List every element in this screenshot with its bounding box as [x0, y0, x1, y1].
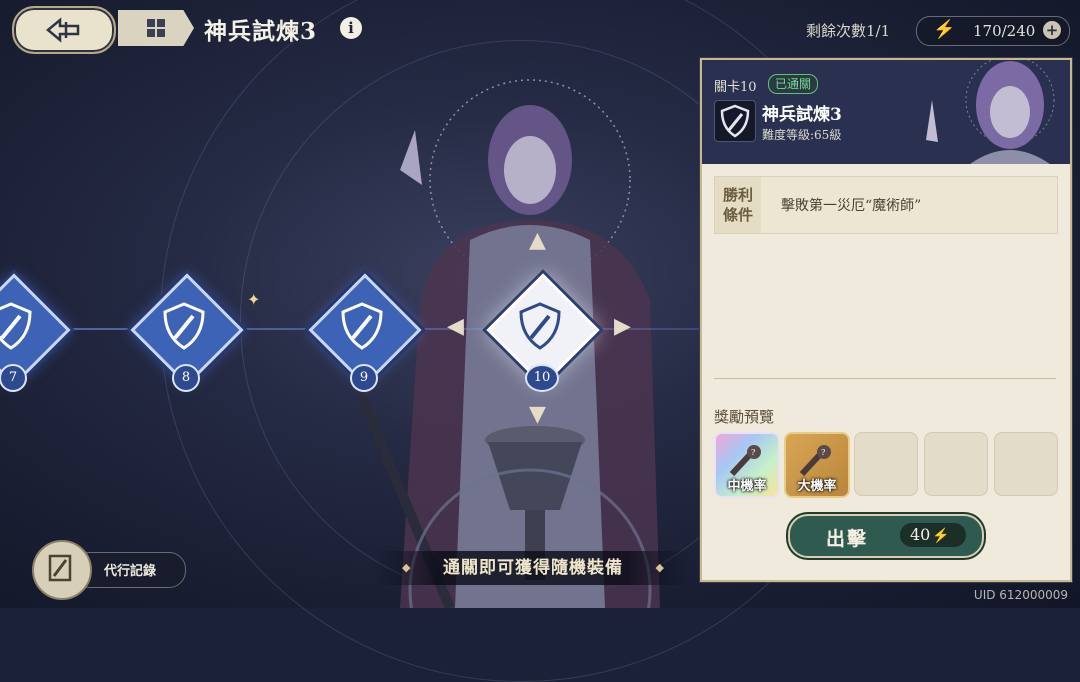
victory-condition-text: 擊敗第一災厄“魔術師”: [781, 198, 922, 214]
sortie-cost: 40 ⚡: [900, 523, 966, 547]
back-button[interactable]: [12, 6, 116, 54]
drop-banner: ◆ 通關即可獲得隨機裝備 ◆: [374, 551, 692, 585]
shield-sword-icon: [0, 302, 32, 350]
equipment-icon: ?: [799, 445, 831, 477]
shield-sword-icon: [519, 302, 561, 350]
energy-value: 170/240: [973, 22, 1036, 40]
lightning-icon: ⚡: [933, 19, 956, 40]
victory-condition-label: 勝利 條件: [715, 177, 761, 233]
stage-label: 關卡10: [714, 80, 757, 95]
stage-name: 神兵試煉3: [762, 105, 842, 125]
reward-slot-empty: [854, 432, 918, 496]
svg-text:?: ?: [821, 448, 825, 457]
stage-node-8[interactable]: 8: [130, 273, 244, 392]
stage-number: 10: [525, 364, 559, 392]
sortie-label: 出擊: [826, 528, 869, 550]
add-energy-button[interactable]: +: [1043, 21, 1061, 39]
reward-label: 中機率: [727, 479, 767, 494]
divider: [714, 378, 1056, 379]
stage-icon: [714, 100, 756, 142]
reward-slot-empty: [994, 432, 1058, 496]
info-icon[interactable]: i: [340, 17, 362, 39]
cleared-badge: 已通關: [768, 74, 819, 94]
reward-slot-empty: [924, 432, 988, 496]
menu-button[interactable]: [118, 10, 194, 46]
stage-node-7[interactable]: 7: [0, 273, 71, 392]
shield-sword-icon: [163, 302, 205, 350]
proxy-record-button[interactable]: 代行記錄: [32, 540, 186, 600]
remaining-attempts: 剩餘次數1/1: [806, 22, 891, 40]
selection-marker-icon: ▶: [614, 314, 631, 339]
page-title: 神兵試煉3: [204, 18, 318, 45]
proxy-record-icon: [48, 554, 72, 582]
lightning-icon: ⚡: [932, 528, 950, 544]
selection-marker-icon: ▲: [529, 228, 546, 253]
drop-banner-text: 通關即可獲得隨機裝備: [443, 558, 623, 578]
menu-grid-icon: [147, 19, 165, 37]
sortie-button[interactable]: 出擊 40 ⚡: [788, 514, 984, 558]
victory-condition: 勝利 條件 擊敗第一災厄“魔術師”: [714, 176, 1058, 234]
panel-header: 關卡10 已通關 神兵試煉3 難度等級:65級: [702, 60, 1070, 164]
stage-number: 8: [172, 364, 200, 392]
svg-text:?: ?: [751, 448, 755, 457]
reward-label: 大機率: [797, 479, 837, 494]
user-id: UID 612000009: [973, 588, 1068, 602]
difficulty-level: 難度等級:65級: [762, 128, 842, 142]
reward-slot-1[interactable]: ? 中機率: [714, 432, 780, 498]
reward-slot-2[interactable]: ? 大機率: [784, 432, 850, 498]
stage-detail-panel: 關卡10 已通關 神兵試煉3 難度等級:65級 勝利 條件 擊敗第一災厄“魔術師…: [700, 58, 1072, 582]
stage-number: 7: [0, 364, 27, 392]
stage-node-10[interactable]: 10: [486, 273, 600, 392]
shield-sword-icon: [341, 302, 383, 350]
shield-sword-icon: [720, 104, 750, 138]
equipment-icon: ?: [729, 445, 761, 477]
stage-number: 9: [350, 364, 378, 392]
energy-display: ⚡ 170/240 +: [916, 16, 1070, 46]
back-arrow-icon: [46, 17, 80, 43]
proxy-record-label: 代行記錄: [104, 564, 157, 579]
sparkle-icon: ✦: [247, 290, 261, 309]
selection-marker-icon: ◀: [447, 314, 464, 339]
reward-preview-title: 獎勵預覽: [714, 408, 775, 426]
selection-marker-icon: ▼: [529, 402, 546, 427]
boss-portrait: [926, 60, 1055, 164]
stage-node-9[interactable]: 9: [308, 273, 422, 392]
